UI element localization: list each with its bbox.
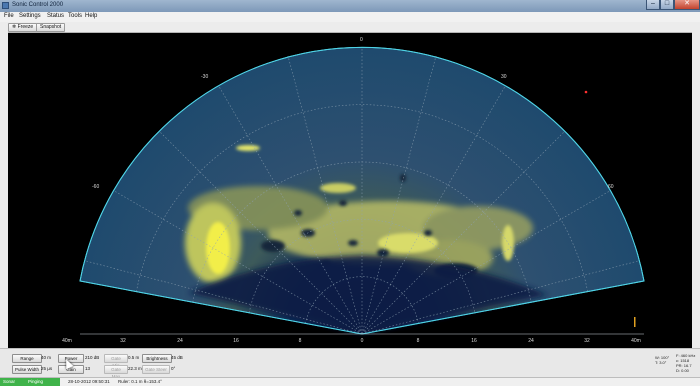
bearing-label-minus60: -60 xyxy=(92,184,99,190)
gain-value: 13 xyxy=(85,366,91,371)
range-tick-label: 24 xyxy=(177,338,183,343)
pulse-width-value: 25 µs xyxy=(41,366,53,371)
pulse-width-button[interactable]: Pulse Width xyxy=(12,365,42,374)
range-tick-label: 8 xyxy=(299,338,302,343)
range-tick-labels: 40m 32 24 16 8 0 8 16 24 32 40m xyxy=(62,338,641,343)
range-tick-label: 40m xyxy=(62,338,72,343)
range-tick-label: 0 xyxy=(361,338,364,343)
readout-line: D: 0.00 xyxy=(676,368,689,373)
close-button[interactable]: ✕ xyxy=(674,0,700,10)
maximize-button[interactable]: □ xyxy=(660,0,674,10)
readout-left: W: 100° T: 3.0° xyxy=(655,355,669,365)
gate-steer-button[interactable]: Gate Steer xyxy=(142,365,170,374)
menu-settings[interactable]: Settings xyxy=(19,13,41,19)
gate-max-button[interactable]: Gate Max xyxy=(104,365,128,379)
gate-steer-value: 0° xyxy=(171,366,176,371)
freeze-icon: ❄ xyxy=(12,24,17,30)
sonar-fan-image[interactable]: 0 -30 30 -60 60 40m 32 24 16 8 0 8 16 24… xyxy=(8,33,692,343)
range-button[interactable]: Range xyxy=(12,354,42,363)
freeze-label: Freeze xyxy=(17,24,34,30)
range-tick-label: 16 xyxy=(233,338,239,343)
control-panel: Range 40 m Power 210 dB Gate Min 0.5 m B… xyxy=(0,348,700,379)
bearing-label-minus30: -30 xyxy=(201,74,208,80)
bearing-label-60: 60 xyxy=(608,184,614,190)
range-tick-label: 16 xyxy=(471,338,477,343)
bearing-label-30: 30 xyxy=(501,74,507,80)
brightness-button[interactable]: Brightness xyxy=(142,354,172,363)
gain-indicator xyxy=(634,317,636,327)
window-title: Sonic Control 2000 xyxy=(12,2,64,8)
menu-file[interactable]: File xyxy=(4,13,14,19)
range-tick-label: 8 xyxy=(417,338,420,343)
minimize-button[interactable]: – xyxy=(646,0,660,10)
brightness-value: 45 dB xyxy=(171,355,183,360)
menu-help[interactable]: Help xyxy=(85,13,97,19)
range-tick-label: 24 xyxy=(528,338,534,343)
snapshot-button[interactable]: Snapshot xyxy=(36,23,66,32)
range-value: 40 m xyxy=(41,355,52,360)
menu-status[interactable]: Status xyxy=(47,13,64,19)
gate-max-value: 22.3 m xyxy=(128,366,142,371)
sonar-view[interactable]: 0 -30 30 -60 60 40m 32 24 16 8 0 8 16 24… xyxy=(8,33,692,343)
range-tick-label: 40m xyxy=(631,338,641,343)
toolbar: ❄ Freeze Snapshot xyxy=(0,22,700,33)
app-icon xyxy=(2,2,9,9)
menu-tools[interactable]: Tools xyxy=(68,13,82,19)
target-marker[interactable] xyxy=(584,90,588,94)
readout-line: T: 3.0° xyxy=(655,360,667,365)
frame-right xyxy=(692,32,700,348)
frame-left xyxy=(0,32,8,348)
gate-min-value: 0.5 m xyxy=(128,355,140,360)
bearing-label-0: 0 xyxy=(360,37,363,43)
power-value: 210 dB xyxy=(85,355,100,360)
title-bar: Sonic Control 2000 – □ ✕ xyxy=(0,0,700,12)
range-tick-label: 32 xyxy=(120,338,126,343)
freeze-button[interactable]: ❄ Freeze xyxy=(8,23,38,32)
gate-min-button[interactable]: Gate Min xyxy=(104,354,128,368)
range-tick-label: 32 xyxy=(584,338,590,343)
readout-right: F: 460 kHz c: 1518 PR: 16.7 D: 0.00 xyxy=(676,353,695,373)
